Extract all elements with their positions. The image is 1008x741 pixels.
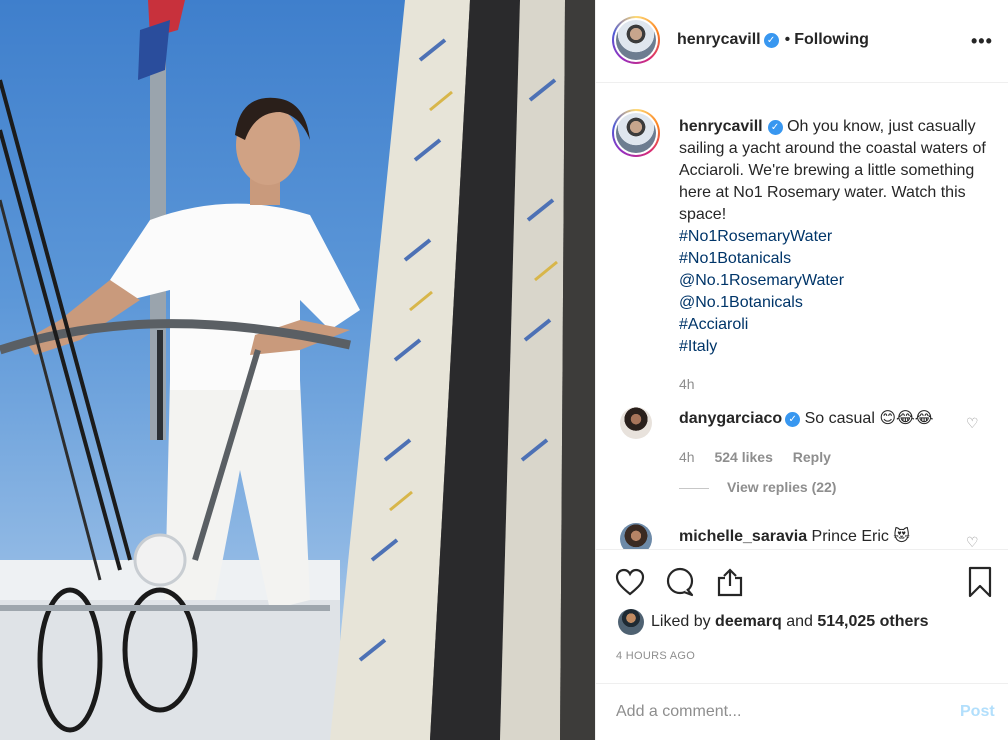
caption-username[interactable]: henrycavill [679,118,763,135]
comment-like-heart-icon[interactable]: ♡ [966,534,979,549]
comment-1: danygarciaco ✓ So casual 😊😂😂 [679,408,933,428]
author-avatar[interactable] [612,16,660,64]
post-header: henrycavill ✓ • Following ••• [596,0,1008,83]
bookmark-icon[interactable] [964,566,996,598]
post-actions: Liked by deemarq and 514,025 others 4 HO… [596,549,1008,740]
liked-by-others[interactable]: 514,025 others [817,613,928,630]
follow-separator: • [784,31,791,48]
post-caption: henrycavill ✓ Oh you know, just casually … [679,116,989,358]
comments-list[interactable]: henrycavill ✓ Oh you know, just casually … [596,83,1008,549]
comment-text: So casual 😊😂😂 [804,410,934,427]
verified-badge-icon: ✓ [767,120,783,135]
add-comment-bar: Post [596,683,1008,741]
view-replies-label: View replies (22) [727,479,837,495]
comment-icon[interactable] [664,566,696,598]
liked-by-prefix: Liked by [651,613,711,630]
more-options-icon[interactable]: ••• [971,31,993,52]
header-username[interactable]: henrycavill [677,31,761,48]
comment-likes[interactable]: 524 likes [714,449,772,465]
comment-2: michelle_saravia Prince Eric 😻 [679,526,910,546]
commenter-avatar[interactable] [620,523,652,549]
header-user-line: henrycavill ✓ • Following [677,31,869,49]
hashtag-link[interactable]: #No1Botanicals [679,248,989,270]
liked-by-line: Liked by deemarq and 514,025 others [651,613,929,631]
commenter-avatar[interactable] [620,407,652,439]
heart-icon[interactable] [614,566,646,598]
comment-username[interactable]: michelle_saravia [679,528,807,545]
comment-time[interactable]: 4h [679,449,695,465]
post-sidebar: henrycavill ✓ • Following ••• henrycavill ✓ … [595,0,1008,740]
reply-button[interactable]: Reply [793,449,831,465]
post-photo[interactable] [0,0,595,740]
caption-time[interactable]: 4h [679,376,695,392]
add-comment-input[interactable] [616,700,936,724]
share-icon[interactable] [714,566,746,598]
mention-link[interactable]: @No.1RosemaryWater [679,270,989,292]
mention-link[interactable]: @No.1Botanicals [679,292,989,314]
liked-by-user[interactable]: deemarq [715,613,782,630]
replies-divider [679,487,709,489]
following-button[interactable]: Following [794,31,869,48]
view-replies-button[interactable]: View replies (22) [679,479,836,495]
post-photo-illustration [0,0,595,740]
hashtag-link[interactable]: #No1RosemaryWater [679,226,989,248]
post-timestamp[interactable]: 4 HOURS AGO [616,650,695,662]
hashtag-link[interactable]: #Acciaroli [679,314,989,336]
liker-avatar[interactable] [618,609,644,635]
post-comment-button[interactable]: Post [960,703,995,721]
instagram-post-modal: henrycavill ✓ • Following ••• henrycavill ✓ … [0,0,1008,740]
verified-badge-icon: ✓ [763,33,779,48]
comment-username[interactable]: danygarciaco [679,410,782,427]
comment-meta: 4h 524 likes Reply [679,449,847,465]
comment-text: Prince Eric 😻 [811,528,911,545]
caption-avatar[interactable] [612,109,660,157]
liked-by-and: and [786,613,813,630]
comment-like-heart-icon[interactable]: ♡ [966,415,979,432]
verified-badge-icon: ✓ [785,412,801,427]
hashtag-link[interactable]: #Italy [679,336,989,358]
